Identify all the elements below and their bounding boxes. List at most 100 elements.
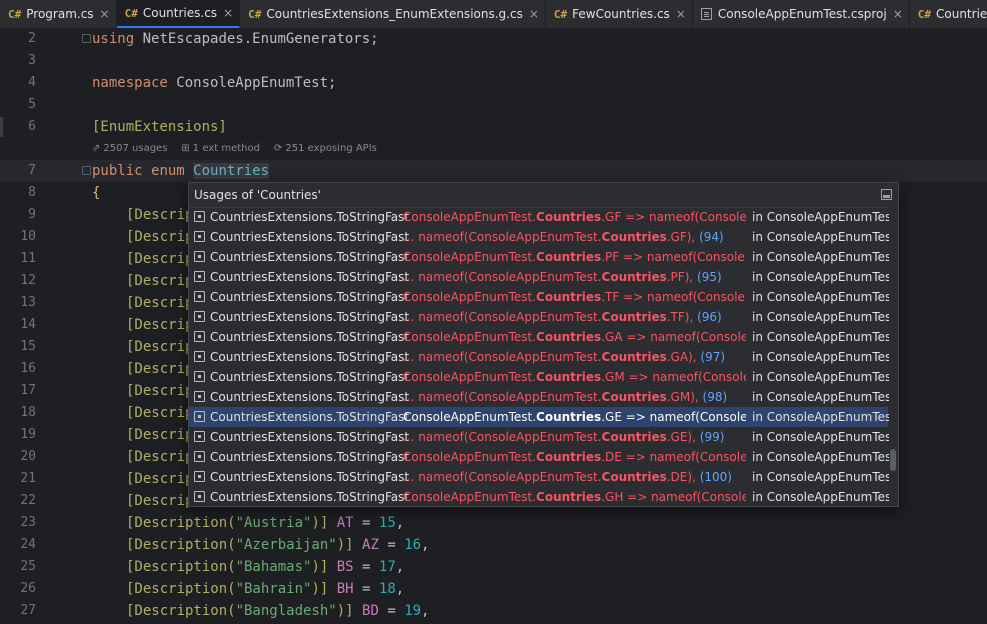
code-vision-hints: ⇗ 2507 usages ⊞ 1 ext method ⟳ 251 exposing… bbox=[92, 138, 377, 160]
usage-row[interactable]: CountriesExtensions.ToStringFast ConsoleA… bbox=[189, 447, 896, 467]
usage-method: CountriesExtensions.ToStringFast bbox=[210, 350, 410, 364]
tab-consoleappenumtest-csproj[interactable]: ConsoleAppEnumTest.csproj × bbox=[693, 0, 910, 28]
usage-line-number: (96) bbox=[697, 310, 722, 324]
usage-line-number: (94) bbox=[699, 230, 724, 244]
usage-project: in ConsoleAppEnumTest bbox=[752, 290, 896, 304]
usage-row[interactable]: CountriesExtensions.ToStringFast ConsoleA… bbox=[189, 487, 896, 507]
usage-method: CountriesExtensions.ToStringFast bbox=[210, 370, 410, 384]
usage-snippet: ConsoleAppEnumTest.Countries.GA => nameo… bbox=[403, 327, 746, 347]
usage-snippet: ... nameof(ConsoleAppEnumTest.Countries.… bbox=[403, 307, 746, 327]
usages-list[interactable]: CountriesExtensions.ToStringFast ConsoleA… bbox=[189, 207, 896, 507]
usage-snippet-prefix: ... nameof(ConsoleAppEnumTest. bbox=[403, 430, 602, 444]
usage-match: Countries bbox=[601, 310, 667, 324]
usage-row[interactable]: CountriesExtensions.ToStringFast ConsoleA… bbox=[189, 247, 896, 267]
usage-snippet-suffix: .GH => nameof(Console... bbox=[601, 490, 746, 504]
usage-match: Countries bbox=[536, 450, 602, 464]
usage-snippet-suffix: .GF), bbox=[666, 230, 696, 244]
enum-value: 18 bbox=[378, 581, 396, 597]
tab-countriesextensions-enumextensions-g-cs[interactable]: C# CountriesExtensions_EnumExtensions.g.c… bbox=[240, 0, 546, 28]
attribute-partial: [Descrip bbox=[126, 471, 194, 487]
tab-countriesbenchmark-cs[interactable]: C# CountriesBenchmark.cs bbox=[910, 0, 987, 28]
usages-popup-title: Usages of 'Countries' bbox=[194, 188, 321, 202]
method-icon bbox=[194, 331, 205, 342]
open-in-find-window-icon[interactable] bbox=[881, 189, 892, 200]
usage-row[interactable]: CountriesExtensions.ToStringFast... name… bbox=[189, 227, 896, 247]
string-literal: "Azerbaijan" bbox=[235, 537, 337, 553]
comma: , bbox=[395, 581, 405, 597]
fold-icon[interactable] bbox=[82, 34, 91, 43]
line-number: 14 bbox=[20, 317, 36, 332]
keyword: namespace bbox=[92, 75, 168, 91]
usage-match: Countries bbox=[536, 210, 602, 224]
usages-icon: ⇗ bbox=[92, 143, 101, 154]
usage-row[interactable]: CountriesExtensions.ToStringFast... name… bbox=[189, 267, 896, 287]
usage-snippet-prefix: ... nameof(ConsoleAppEnumTest. bbox=[403, 230, 602, 244]
usage-row[interactable]: CountriesExtensions.ToStringFast ConsoleA… bbox=[189, 327, 896, 347]
attribute-partial: [Descrip bbox=[126, 339, 194, 355]
code-line: 5 bbox=[0, 94, 987, 116]
usage-match: Countries bbox=[601, 230, 667, 244]
usage-row[interactable]: CountriesExtensions.ToStringFast... name… bbox=[189, 307, 896, 327]
usage-method: CountriesExtensions.ToStringFast bbox=[210, 210, 410, 224]
attribute-open: [Description( bbox=[126, 603, 236, 619]
close-tab-icon[interactable]: × bbox=[223, 6, 233, 20]
usage-line-number: (98) bbox=[702, 390, 728, 404]
close-tab-icon[interactable]: × bbox=[893, 7, 903, 21]
usage-snippet-suffix: .GE), bbox=[666, 430, 696, 444]
line-number: 18 bbox=[20, 405, 36, 420]
usage-row[interactable]: CountriesExtensions.ToStringFast... name… bbox=[189, 427, 896, 447]
usage-row[interactable]: CountriesExtensions.ToStringFast... name… bbox=[189, 347, 896, 367]
method-icon bbox=[194, 391, 205, 402]
attribute-close: )] bbox=[336, 537, 354, 553]
tab-fewcountries-cs[interactable]: C# FewCountries.cs × bbox=[546, 0, 693, 28]
usage-row[interactable]: CountriesExtensions.ToStringFast... name… bbox=[189, 467, 896, 487]
line-number: 22 bbox=[20, 493, 36, 508]
close-tab-icon[interactable]: × bbox=[529, 7, 539, 21]
usage-snippet-prefix: ... nameof(ConsoleAppEnumTest. bbox=[403, 470, 602, 484]
line-number: 12 bbox=[20, 273, 36, 288]
string-literal: "Bahrain" bbox=[235, 581, 312, 597]
ext-method-hint[interactable]: ⊞ 1 ext method bbox=[181, 138, 260, 160]
usage-row[interactable]: CountriesExtensions.ToStringFast ConsoleA… bbox=[189, 287, 896, 307]
tab-label: FewCountries.cs bbox=[572, 7, 670, 21]
usage-snippet-prefix: ... nameof(ConsoleAppEnumTest. bbox=[403, 310, 602, 324]
usage-row[interactable]: CountriesExtensions.ToStringFast... name… bbox=[189, 387, 896, 407]
method-icon bbox=[194, 351, 205, 362]
tab-countries-cs[interactable]: C# Countries.cs × bbox=[116, 0, 241, 28]
usage-match: Countries bbox=[536, 330, 602, 344]
usage-snippet: ConsoleAppEnumTest.Countries.GF => nameo… bbox=[403, 207, 746, 227]
code-line-current: 7 public enum Countries bbox=[0, 160, 987, 182]
namespace-text: ConsoleAppEnumTest; bbox=[167, 75, 337, 91]
usage-row[interactable]: CountriesExtensions.ToStringFast ConsoleA… bbox=[189, 367, 896, 387]
usage-snippet-suffix: .PF), bbox=[666, 270, 694, 284]
exposing-apis-hint[interactable]: ⟳ 251 exposing APIs bbox=[274, 138, 377, 160]
usage-row[interactable]: CountriesExtensions.ToStringFast ConsoleA… bbox=[189, 407, 896, 427]
attribute: [EnumExtensions] bbox=[92, 119, 227, 135]
attribute-close: )] bbox=[311, 559, 329, 575]
scrollbar-thumb[interactable] bbox=[890, 449, 896, 471]
usage-snippet: ConsoleAppEnumTest.Countries.GE => nameo… bbox=[403, 407, 746, 427]
usage-method: CountriesExtensions.ToStringFast bbox=[210, 410, 410, 424]
usages-popup[interactable]: Usages of 'Countries' CountriesExtension… bbox=[188, 182, 899, 507]
namespace-text: NetEscapades.EnumGenerators; bbox=[134, 31, 379, 47]
usage-row[interactable]: CountriesExtensions.ToStringFast ConsoleA… bbox=[189, 207, 896, 227]
line-number: 10 bbox=[20, 229, 36, 244]
code-line: 6 [EnumExtensions] bbox=[0, 116, 987, 138]
tab-program-cs[interactable]: C# Program.cs × bbox=[0, 0, 117, 28]
close-tab-icon[interactable]: × bbox=[100, 7, 110, 21]
fold-icon[interactable] bbox=[82, 166, 91, 175]
usage-project: in ConsoleAppEnumTest bbox=[752, 430, 896, 444]
usages-scrollbar[interactable] bbox=[889, 207, 897, 504]
usage-snippet-prefix: ConsoleAppEnumTest. bbox=[403, 490, 537, 504]
usages-hint-label: 2507 usages bbox=[103, 143, 168, 154]
close-tab-icon[interactable]: × bbox=[676, 7, 686, 21]
equals: = bbox=[353, 581, 379, 597]
usage-method: CountriesExtensions.ToStringFast bbox=[210, 450, 410, 464]
usage-project: in ConsoleAppEnumTest bbox=[752, 310, 896, 324]
method-icon bbox=[194, 431, 205, 442]
enum-name[interactable]: Countries bbox=[193, 163, 270, 179]
line-number: 4 bbox=[28, 75, 36, 90]
usage-snippet: ConsoleAppEnumTest.Countries.TF => nameo… bbox=[403, 287, 746, 307]
usages-hint[interactable]: ⇗ 2507 usages bbox=[92, 138, 167, 160]
